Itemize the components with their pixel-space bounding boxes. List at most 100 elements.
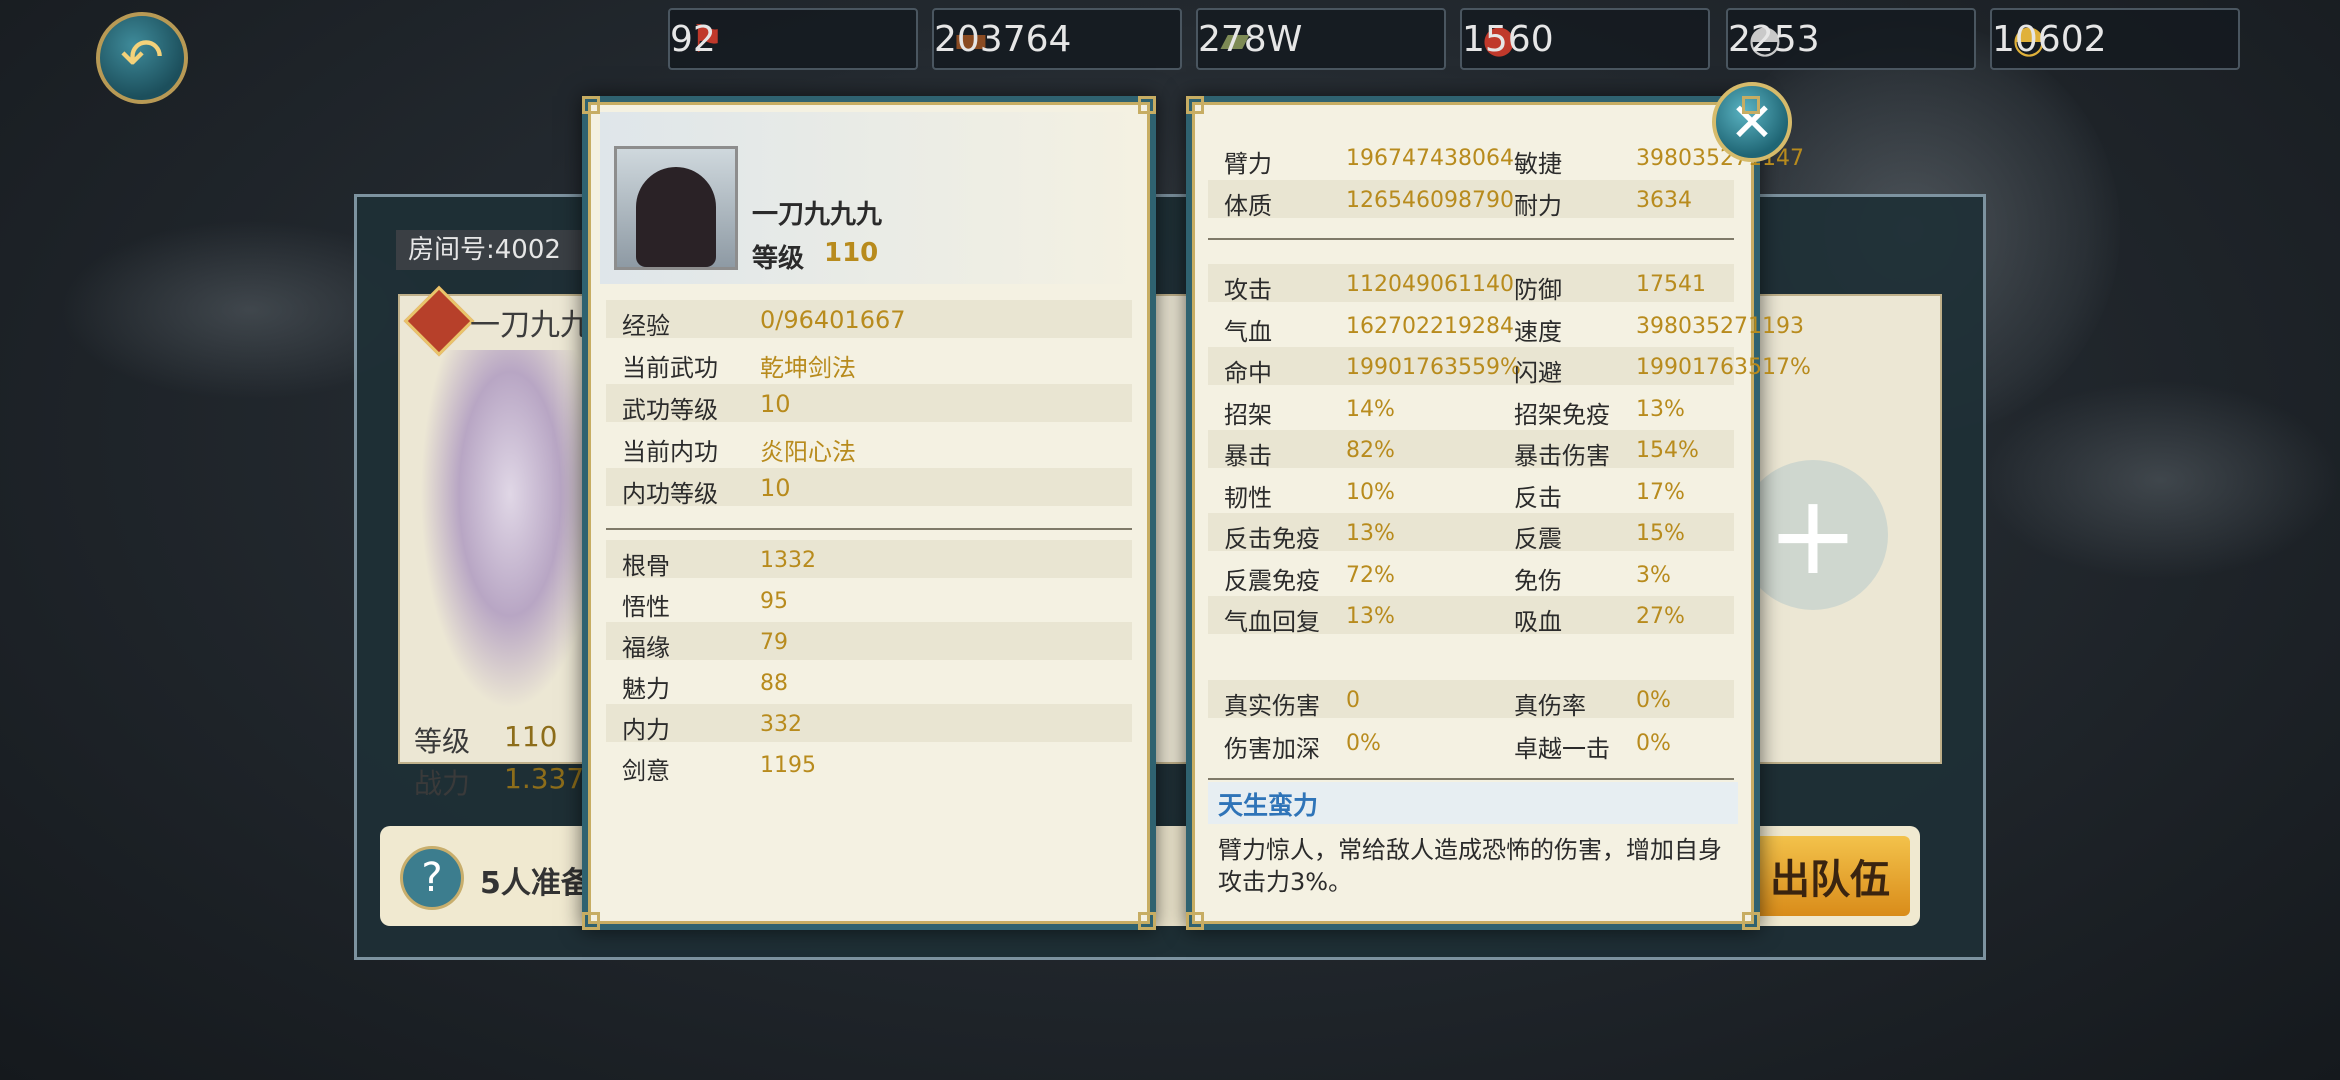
panel-corner-ornament bbox=[1138, 96, 1156, 114]
stat-label: 吸血 bbox=[1514, 608, 1562, 636]
panel-corner-ornament bbox=[582, 96, 600, 114]
stat-label: 反震 bbox=[1514, 525, 1562, 553]
resource-2: ▰ 278W bbox=[1196, 8, 1446, 70]
panel-corner-ornament bbox=[1742, 96, 1760, 114]
attribute-value: 1195 bbox=[760, 753, 816, 778]
stat-value: 13% bbox=[1346, 521, 1395, 546]
help-button[interactable]: ? bbox=[400, 846, 464, 910]
background-cloud bbox=[1980, 380, 2340, 580]
stat-row-bg bbox=[606, 622, 1132, 660]
stat-value: 17% bbox=[1636, 479, 1685, 505]
stat-value: 82% bbox=[1346, 438, 1395, 463]
attribute-value: 79 bbox=[760, 630, 788, 655]
stat-value: 3634 bbox=[1636, 188, 1692, 213]
stat-value: 10% bbox=[1346, 479, 1395, 505]
hero-level: 110 bbox=[824, 238, 879, 268]
stat-label: 招架 bbox=[1224, 400, 1272, 429]
stat-label: 体质 bbox=[1224, 192, 1272, 220]
section-divider bbox=[1208, 778, 1734, 780]
info-label: 内功等级 bbox=[622, 480, 718, 508]
stat-label: 闪避 bbox=[1514, 359, 1562, 387]
stat-value: 0% bbox=[1636, 688, 1671, 713]
resource-value: 203764 bbox=[934, 18, 1072, 60]
member-power-label: 战力 bbox=[414, 767, 471, 800]
stat-value: 162702219284 bbox=[1346, 313, 1514, 339]
stat-label: 韧性 bbox=[1224, 483, 1272, 512]
hero-portrait bbox=[614, 146, 738, 270]
panel-corner-ornament bbox=[1742, 912, 1760, 930]
resource-0: ⚑ 92 bbox=[668, 8, 918, 70]
info-value: 炎阳心法 bbox=[760, 438, 856, 466]
attribute-label: 悟性 bbox=[622, 593, 670, 621]
stat-value: 126546098790 bbox=[1346, 188, 1514, 213]
member-figure bbox=[420, 350, 600, 710]
stat-label: 暴击伤害 bbox=[1514, 442, 1610, 470]
stat-value: 0% bbox=[1346, 731, 1381, 756]
resource-3: ● 1560 bbox=[1460, 8, 1710, 70]
back-arrow-icon: ↶ bbox=[120, 28, 164, 88]
info-value: 10 bbox=[760, 474, 791, 502]
stat-label: 反震免疫 bbox=[1224, 566, 1320, 595]
info-label: 武功等级 bbox=[622, 396, 718, 424]
info-value: 乾坤剑法 bbox=[760, 354, 856, 382]
info-label: 当前内功 bbox=[622, 438, 718, 466]
close-button[interactable]: ✕ bbox=[1712, 82, 1792, 162]
attribute-label: 内力 bbox=[622, 716, 670, 744]
panel-corner-ornament bbox=[1186, 912, 1204, 930]
stat-label: 招架免疫 bbox=[1514, 400, 1610, 429]
stat-value: 13% bbox=[1346, 604, 1395, 629]
attribute-label: 福缘 bbox=[622, 634, 670, 662]
hero-name: 一刀九九九 bbox=[752, 200, 883, 230]
member-power: 1.337 bbox=[504, 762, 585, 795]
stat-label: 伤害加深 bbox=[1224, 735, 1320, 763]
stat-row-bg bbox=[606, 704, 1132, 742]
back-button[interactable]: ↶ bbox=[96, 12, 188, 104]
talent-name: 天生蛮力 bbox=[1218, 791, 1319, 820]
stat-label: 敏捷 bbox=[1514, 150, 1562, 178]
stat-label: 免伤 bbox=[1514, 566, 1562, 595]
leave-team-button[interactable]: 出队伍 bbox=[1750, 836, 1910, 916]
stat-value: 154% bbox=[1636, 438, 1699, 463]
stat-label: 真实伤害 bbox=[1224, 692, 1320, 720]
attribute-value: 95 bbox=[760, 589, 788, 614]
info-label: 当前武功 bbox=[622, 354, 718, 382]
stat-label: 攻击 bbox=[1224, 276, 1272, 304]
attribute-label: 根骨 bbox=[622, 552, 670, 580]
info-value: 10 bbox=[760, 390, 791, 418]
resource-value: 92 bbox=[670, 18, 716, 60]
resource-value: 278W bbox=[1198, 18, 1303, 60]
stat-label: 真伤率 bbox=[1514, 692, 1586, 720]
panel-corner-ornament bbox=[1186, 96, 1204, 114]
stat-value: 17541 bbox=[1636, 272, 1706, 297]
resource-value: 2253 bbox=[1728, 18, 1820, 60]
section-divider bbox=[1208, 238, 1734, 240]
stat-label: 暴击 bbox=[1224, 442, 1272, 470]
attribute-value: 88 bbox=[760, 671, 788, 696]
panel-corner-ornament bbox=[582, 912, 600, 930]
add-member-button[interactable]: + bbox=[1738, 460, 1888, 610]
info-label: 经验 bbox=[622, 312, 670, 340]
stat-label: 臂力 bbox=[1224, 150, 1272, 178]
ready-status: 5人准备 bbox=[480, 866, 591, 901]
stat-label: 速度 bbox=[1514, 317, 1562, 346]
stat-value: 19901763517% bbox=[1636, 355, 1811, 380]
attribute-label: 剑意 bbox=[622, 757, 670, 785]
stat-value: 3% bbox=[1636, 562, 1671, 588]
resource-1: ▬ 203764 bbox=[932, 8, 1182, 70]
attribute-value: 332 bbox=[760, 712, 802, 737]
stat-label: 卓越一击 bbox=[1514, 735, 1610, 763]
stat-value: 72% bbox=[1346, 562, 1395, 588]
stat-label: 气血 bbox=[1224, 317, 1272, 346]
resource-4: ◓ 2253 bbox=[1726, 8, 1976, 70]
stat-value: 196747438064 bbox=[1346, 146, 1514, 171]
stat-value: 15% bbox=[1636, 521, 1685, 546]
stat-label: 命中 bbox=[1224, 359, 1272, 387]
stat-row-bg bbox=[606, 540, 1132, 578]
stat-label: 反击 bbox=[1514, 483, 1562, 512]
section-divider bbox=[606, 528, 1132, 530]
stat-label: 气血回复 bbox=[1224, 608, 1320, 636]
stat-value: 0 bbox=[1346, 688, 1360, 713]
hero-level-label: 等级 bbox=[752, 244, 805, 274]
info-value: 0/96401667 bbox=[760, 306, 906, 334]
stat-value: 112049061140 bbox=[1346, 272, 1514, 297]
